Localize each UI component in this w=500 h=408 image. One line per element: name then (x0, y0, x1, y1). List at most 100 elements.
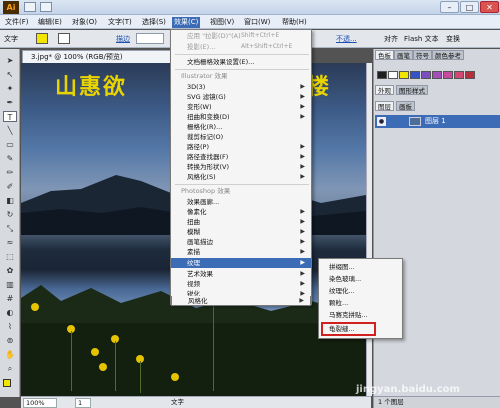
menu-svg-filters[interactable]: SVG 滤镜(G) ▶ (171, 92, 311, 102)
menu-mosaic-tiles[interactable]: 马赛克拼贴... (319, 310, 402, 320)
bridge-icon[interactable] (24, 2, 36, 12)
vertical-scrollbar[interactable] (366, 63, 372, 396)
swatch[interactable] (443, 71, 453, 79)
document-tab[interactable]: 3.jpg* @ 100% (RGB/预览) (22, 50, 172, 63)
eyedropper-tool-icon[interactable]: ⌇ (3, 321, 17, 332)
submenu-arrow-icon: ▶ (299, 297, 304, 304)
menu-window[interactable]: 窗口(W) (242, 17, 272, 28)
menu-file[interactable]: 文件(F) (3, 17, 31, 28)
free-transform-tool-icon[interactable]: ⬚ (3, 251, 17, 262)
stroke-link[interactable]: 描边 (116, 34, 130, 44)
menu-3d[interactable]: 3D(3) ▶ (171, 82, 311, 92)
flash-text-label[interactable]: Flash 文本 (404, 34, 439, 44)
close-button[interactable]: ✕ (480, 1, 499, 13)
fill-swatch[interactable] (36, 33, 48, 44)
swatch[interactable] (465, 71, 475, 79)
zoom-tool-icon[interactable]: ⌕ (3, 363, 17, 374)
paintbrush-tool-icon[interactable]: ✎ (3, 153, 17, 164)
swatch[interactable] (454, 71, 464, 79)
menu-edit[interactable]: 编辑(E) (36, 17, 64, 28)
gradient-tool-icon[interactable]: ◐ (3, 307, 17, 318)
tab-brushes[interactable]: 画笔 (394, 50, 413, 60)
menu-brush-strokes[interactable]: 画笔描边 ▶ (171, 237, 311, 247)
tab-layers[interactable]: 图层 (375, 101, 394, 111)
tab-swatches[interactable]: 色板 (375, 50, 394, 60)
menu-patchwork[interactable]: 拼缀图... (319, 262, 402, 272)
zoom-field[interactable]: 100% (23, 398, 57, 408)
tab-symbols[interactable]: 符号 (413, 50, 432, 60)
scale-tool-icon[interactable]: ⤡ (3, 223, 17, 234)
menu-type[interactable]: 文字(T) (106, 17, 134, 28)
menu-artistic[interactable]: 艺术效果 ▶ (171, 269, 311, 279)
tab-color-guide[interactable]: 颜色参考 (432, 50, 464, 60)
menu-view[interactable]: 视图(V) (208, 17, 236, 28)
menu-select[interactable]: 选择(S) (140, 17, 168, 28)
menu-texturizer[interactable]: 纹理化... (319, 286, 402, 296)
fill-color-icon[interactable] (3, 379, 11, 387)
menu-rasterize[interactable]: 栅格化(R)... (171, 122, 311, 132)
direct-selection-tool-icon[interactable]: ↖ (3, 69, 17, 80)
menu-path-label: 路径(P) (187, 143, 209, 151)
blend-tool-icon[interactable]: ⊚ (3, 335, 17, 346)
line-tool-icon[interactable]: ╲ (3, 125, 17, 136)
menu-object[interactable]: 对象(O) (70, 17, 99, 28)
graph-tool-icon[interactable]: ▥ (3, 279, 17, 290)
tab-artboards[interactable]: 画板 (396, 101, 415, 111)
menu-grain[interactable]: 颗粒... (319, 298, 402, 308)
tab-appearance[interactable]: 外观 (375, 85, 394, 95)
type-tool-icon[interactable]: T (3, 111, 17, 122)
symbol-sprayer-tool-icon[interactable]: ✿ (3, 265, 17, 276)
menu-effect[interactable]: 效果(C) (172, 17, 201, 28)
arrange-documents-icon[interactable] (40, 2, 52, 12)
menu-blur[interactable]: 模糊 ▶ (171, 227, 311, 237)
page-field[interactable]: 1 (75, 398, 91, 408)
pencil-tool-icon[interactable]: ✏ (3, 167, 17, 178)
menu-crop-marks[interactable]: 裁剪标记(O) (171, 132, 311, 142)
menu-warp[interactable]: 变形(W) ▶ (171, 102, 311, 112)
eye-icon[interactable]: ● (377, 117, 386, 126)
swatch[interactable] (421, 71, 431, 79)
stroke-swatch[interactable] (58, 33, 70, 44)
menu-pixelate[interactable]: 像素化 ▶ (171, 207, 311, 217)
menu-stylize-ai[interactable]: 风格化(S) ▶ (171, 172, 311, 182)
swatch[interactable] (399, 71, 409, 79)
menu-help[interactable]: 帮助(H) (280, 17, 309, 28)
blob-brush-tool-icon[interactable]: ✐ (3, 181, 17, 192)
rotate-tool-icon[interactable]: ↻ (3, 209, 17, 220)
maximize-button[interactable]: □ (460, 1, 479, 13)
rectangle-tool-icon[interactable]: ▭ (3, 139, 17, 150)
layer-name[interactable]: 图层 1 (425, 115, 446, 128)
menu-path[interactable]: 路径(P) ▶ (171, 142, 311, 152)
eraser-tool-icon[interactable]: ◧ (3, 195, 17, 206)
swatch[interactable] (377, 71, 387, 79)
swatch[interactable] (388, 71, 398, 79)
layer-row[interactable]: ● 图层 1 (375, 115, 500, 128)
menu-effect-gallery[interactable]: 效果画廊... (171, 197, 311, 207)
warp-tool-icon[interactable]: ≈ (3, 237, 17, 248)
tab-graphic-styles[interactable]: 图形样式 (396, 85, 428, 95)
menu-pathfinder[interactable]: 路径查找器(F) ▶ (171, 152, 311, 162)
hand-tool-icon[interactable]: ✋ (3, 349, 17, 360)
layer-thumbnail (409, 117, 421, 126)
menu-distort-transform[interactable]: 扭曲和变换(D) ▶ (171, 112, 311, 122)
magic-wand-tool-icon[interactable]: ✦ (3, 83, 17, 94)
align-label[interactable]: 对齐 (384, 34, 398, 44)
selection-tool-icon[interactable]: ➤ (3, 55, 17, 66)
menu-stylize-ps[interactable]: 风格化 ▶ (171, 296, 311, 306)
menu-doc-raster-settings[interactable]: 文档栅格效果设置(E)... (171, 57, 311, 67)
minimize-button[interactable]: – (440, 1, 459, 13)
mesh-tool-icon[interactable]: # (3, 293, 17, 304)
menu-convert-to-shape[interactable]: 转换为形状(V) ▶ (171, 162, 311, 172)
menu-texture[interactable]: 纹理 ▶ (171, 258, 311, 268)
transform-label[interactable]: 变换 (446, 34, 460, 44)
swatch[interactable] (410, 71, 420, 79)
swatch-strip[interactable] (377, 71, 497, 79)
menu-stained-glass[interactable]: 染色玻璃... (319, 274, 402, 284)
opacity-link[interactable]: 不透... (336, 34, 357, 44)
menu-video[interactable]: 视频 ▶ (171, 279, 311, 289)
menu-sketch[interactable]: 素描 ▶ (171, 247, 311, 257)
stroke-weight-field[interactable] (136, 33, 164, 44)
menu-distort[interactable]: 扭曲 ▶ (171, 217, 311, 227)
swatch[interactable] (432, 71, 442, 79)
pen-tool-icon[interactable]: ✒ (3, 97, 17, 108)
